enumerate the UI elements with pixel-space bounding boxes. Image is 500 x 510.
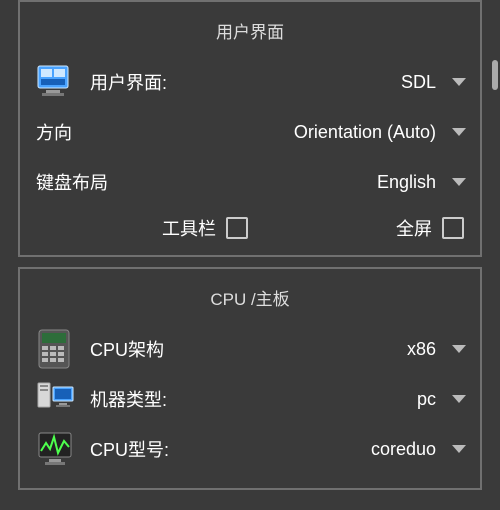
computer-icon	[34, 377, 78, 421]
label-machine-type: 机器类型:	[90, 386, 167, 412]
chevron-down-icon	[452, 345, 466, 353]
section-cpu-board: CPU /主板 CPU架构 x86	[18, 267, 482, 490]
value-machine-type: pc	[417, 389, 436, 410]
checkbox-icon[interactable]	[226, 217, 248, 239]
scrollbar-thumb[interactable]	[492, 60, 498, 90]
value-cpu-model: coreduo	[371, 439, 436, 460]
row-cpu-model[interactable]: CPU型号: coreduo	[34, 424, 466, 474]
chevron-down-icon	[452, 178, 466, 186]
row-cpu-arch[interactable]: CPU架构 x86	[34, 324, 466, 374]
row-orientation[interactable]: 方向 Orientation (Auto)	[34, 107, 466, 157]
value-orientation: Orientation (Auto)	[294, 122, 436, 143]
calculator-icon	[34, 327, 78, 371]
label-cpu-arch: CPU架构	[90, 336, 164, 362]
value-user-interface: SDL	[401, 72, 436, 93]
label-user-interface: 用户界面:	[90, 69, 167, 95]
chevron-down-icon	[452, 128, 466, 136]
label-cpu-model: CPU型号:	[90, 436, 169, 462]
check-row: 工具栏 全屏	[34, 215, 466, 241]
chevron-down-icon	[452, 78, 466, 86]
value-keyboard-layout: English	[377, 172, 436, 193]
chevron-down-icon	[452, 445, 466, 453]
row-machine-type[interactable]: 机器类型: pc	[34, 374, 466, 424]
system-monitor-icon	[34, 427, 78, 471]
monitor-icon	[34, 60, 78, 104]
section-title-cpu: CPU /主板	[34, 279, 466, 324]
check-fullscreen-label: 全屏	[396, 215, 432, 241]
chevron-down-icon	[452, 395, 466, 403]
check-fullscreen[interactable]: 全屏	[396, 215, 464, 241]
check-toolbar-label: 工具栏	[162, 215, 216, 241]
check-toolbar[interactable]: 工具栏	[162, 215, 248, 241]
checkbox-icon[interactable]	[442, 217, 464, 239]
row-keyboard-layout[interactable]: 键盘布局 English	[34, 157, 466, 207]
label-keyboard-layout: 键盘布局	[36, 169, 108, 195]
section-title-ui: 用户界面	[34, 12, 466, 57]
section-user-interface: 用户界面 用户界面: SDL 方向 Orientation (Auto)	[18, 0, 482, 257]
value-cpu-arch: x86	[407, 339, 436, 360]
row-user-interface[interactable]: 用户界面: SDL	[34, 57, 466, 107]
label-orientation: 方向	[36, 119, 72, 145]
